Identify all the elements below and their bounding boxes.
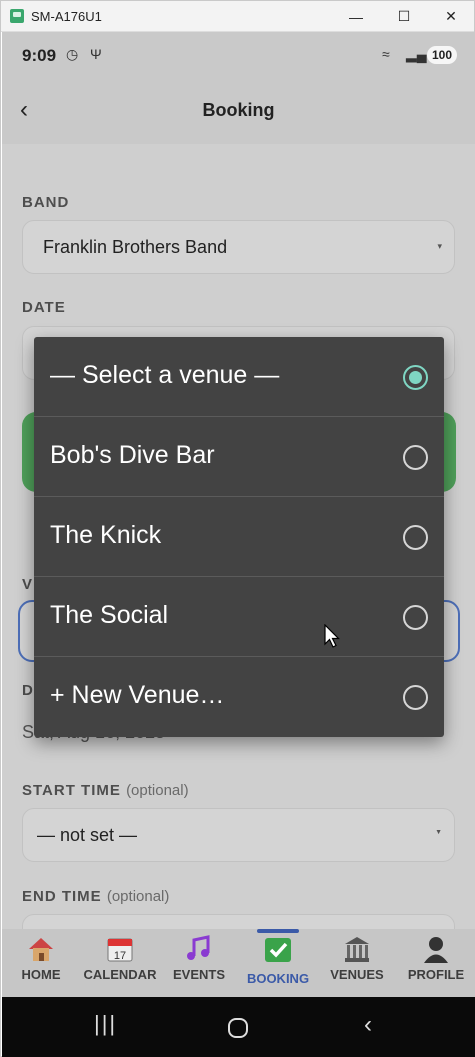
start-time-value: — not set — <box>37 825 138 845</box>
venue-option[interactable]: The Knick <box>34 497 444 577</box>
venue-option-label: Bob's Dive Bar <box>50 441 215 469</box>
music-note-icon <box>187 935 210 960</box>
nav-label: PROFILE <box>407 967 465 982</box>
minimize-button[interactable]: — <box>333 1 379 32</box>
venue-option-label: — Select a venue — <box>50 361 280 389</box>
date2-label: D <box>22 682 34 699</box>
nav-calendar[interactable]: 17 CALENDAR <box>81 929 159 997</box>
radio-icon[interactable] <box>403 685 428 710</box>
venue-option[interactable]: The Social <box>34 577 444 657</box>
battery-indicator: 100 <box>427 46 457 64</box>
band-label: BAND <box>22 194 70 211</box>
radio-selected-icon[interactable] <box>403 365 428 390</box>
home-circle-icon[interactable] <box>227 1017 249 1039</box>
person-icon <box>424 937 448 963</box>
svg-text:17: 17 <box>114 950 126 962</box>
radio-icon[interactable] <box>403 605 428 630</box>
venue-dropdown: — Select a venue — Bob's Dive Bar The Kn… <box>34 337 444 737</box>
start-time-optional: (optional) <box>126 782 189 799</box>
window-title: SM-A176U1 <box>31 9 102 24</box>
maximize-button[interactable]: ☐ <box>381 1 427 32</box>
nav-events[interactable]: EVENTS <box>160 929 238 997</box>
wifi-icon: ≈ <box>382 46 390 62</box>
venue-option-label: The Social <box>50 601 169 629</box>
nav-home[interactable]: HOME <box>2 929 80 997</box>
system-navigation-bar: ||| ‹ <box>2 997 475 1057</box>
status-bar: 9:09 ◷ Ψ ≈ ▂▄ 100 <box>2 32 475 80</box>
phone-screen: 9:09 ◷ Ψ ≈ ▂▄ 100 ‹ Booking BAND Frankli… <box>2 32 475 1057</box>
calendar-icon: 17 <box>107 938 133 962</box>
app-bar: ‹ Booking <box>2 80 475 144</box>
emulator-window: SM-A176U1 — ☐ ✕ 9:09 ◷ Ψ ≈ ▂▄ 100 ‹ Book… <box>0 0 475 1057</box>
end-time-optional: (optional) <box>106 888 170 905</box>
venue-option[interactable]: — Select a venue — <box>34 337 444 417</box>
start-time-label-text: START TIME <box>22 782 121 799</box>
radio-icon[interactable] <box>403 445 428 470</box>
window-titlebar: SM-A176U1 — ☐ ✕ <box>1 1 474 32</box>
nav-booking[interactable]: BOOKING <box>239 929 317 997</box>
nav-label: VENUES <box>330 967 384 982</box>
chevron-down-icon: ▾ <box>437 241 442 251</box>
venue-label: V <box>22 576 34 593</box>
chevron-down-icon: ▼ <box>435 829 442 836</box>
venue-option[interactable]: Bob's Dive Bar <box>34 417 444 497</box>
app-logo-icon <box>10 9 24 23</box>
venue-option-label: The Knick <box>50 521 162 549</box>
mouse-cursor-icon <box>324 624 340 648</box>
nav-label: CALENDAR <box>83 967 157 982</box>
end-time-label-text: END TIME <box>22 888 102 905</box>
venue-option[interactable]: + New Venue… <box>34 657 444 737</box>
nav-venues[interactable]: VENUES <box>318 929 396 997</box>
end-time-label: END TIME (optional) <box>22 888 169 905</box>
active-indicator <box>257 929 299 933</box>
date-label: DATE <box>22 299 66 316</box>
recent-apps-icon[interactable]: ||| <box>94 1011 117 1037</box>
vpn-icon: ◷ <box>66 46 79 62</box>
nav-profile[interactable]: PROFILE <box>397 929 475 997</box>
back-nav-icon[interactable]: ‹ <box>364 1011 372 1039</box>
radio-icon[interactable] <box>403 525 428 550</box>
start-time-select[interactable]: — not set — ▼ <box>22 808 455 862</box>
usb-icon: Ψ <box>90 46 102 62</box>
status-time: 9:09 <box>22 46 57 65</box>
venue-option-label: + New Venue… <box>50 681 225 709</box>
house-icon <box>29 938 53 961</box>
building-icon <box>345 937 369 962</box>
start-time-label: START TIME (optional) <box>22 782 189 799</box>
checkmark-icon <box>265 938 291 962</box>
signal-icon: ▂▄ <box>406 46 427 62</box>
nav-label: BOOKING <box>246 971 310 986</box>
bottom-navigation: HOME 17 CALENDAR EVENTS BOOKING VENUES P… <box>2 929 475 997</box>
band-value: Franklin Brothers Band <box>43 237 228 257</box>
band-select[interactable]: Franklin Brothers Band ▾ <box>22 220 455 274</box>
nav-label: HOME <box>21 967 61 982</box>
nav-label: EVENTS <box>172 967 225 982</box>
close-button[interactable]: ✕ <box>428 1 474 32</box>
page-title: Booking <box>202 100 275 120</box>
